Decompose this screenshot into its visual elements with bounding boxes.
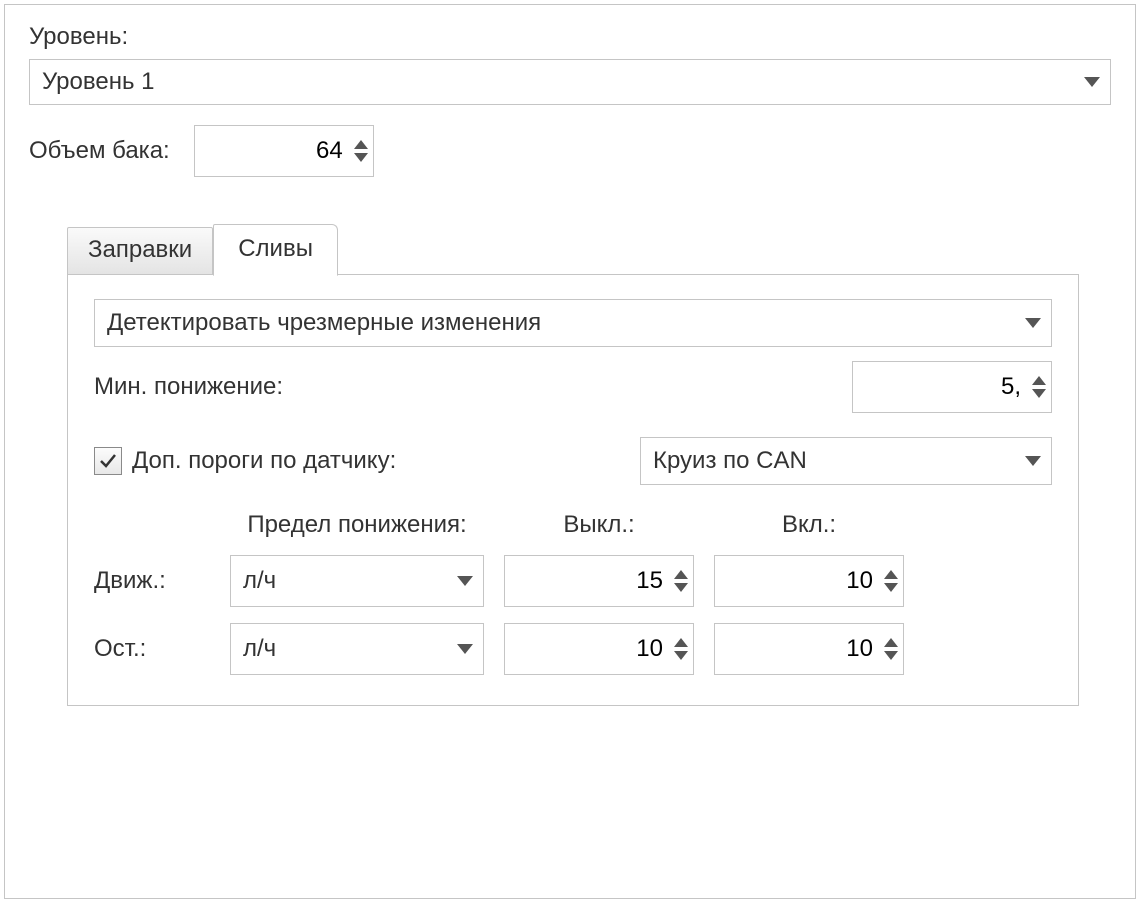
chevron-down-icon <box>1025 318 1041 328</box>
stopped-off-spinner[interactable] <box>504 623 694 675</box>
tank-volume-label: Объем бака: <box>29 137 170 165</box>
spinner-up-icon[interactable] <box>674 638 688 647</box>
spinner-down-icon[interactable] <box>884 583 898 592</box>
spinner-up-icon[interactable] <box>884 570 898 579</box>
sensor-select[interactable]: Круиз по CAN <box>640 437 1052 485</box>
tab-drains-body: Детектировать чрезмерные изменения Мин. … <box>67 274 1079 706</box>
header-on: Вкл.: <box>714 511 904 539</box>
level-label: Уровень: <box>29 23 1111 51</box>
header-off: Выкл.: <box>504 511 694 539</box>
tabs: Заправки Сливы Детектировать чрезмерные … <box>67 223 1079 706</box>
spinner-down-icon[interactable] <box>674 651 688 660</box>
tab-refuels[interactable]: Заправки <box>67 227 213 275</box>
moving-on-spinner[interactable] <box>714 555 904 607</box>
spinner-up-icon[interactable] <box>674 570 688 579</box>
header-limit: Предел понижения: <box>230 511 484 539</box>
min-drop-spinner[interactable] <box>852 361 1052 413</box>
detect-mode-value: Детектировать чрезмерные изменения <box>107 309 1017 337</box>
extra-thresholds-label: Доп. пороги по датчику: <box>132 447 396 475</box>
stopped-unit-select[interactable]: л/ч <box>230 623 484 675</box>
tab-drains[interactable]: Сливы <box>213 224 338 276</box>
spinner-up-icon[interactable] <box>354 140 368 149</box>
level-select-value: Уровень 1 <box>42 68 1076 96</box>
spinner-down-icon[interactable] <box>354 153 368 162</box>
chevron-down-icon <box>1025 456 1041 466</box>
min-drop-input[interactable] <box>853 362 1031 412</box>
row-stopped-label: Ост.: <box>94 635 210 663</box>
spinner-up-icon[interactable] <box>884 638 898 647</box>
stopped-off-input[interactable] <box>505 624 673 674</box>
stopped-on-input[interactable] <box>715 624 883 674</box>
moving-off-spinner[interactable] <box>504 555 694 607</box>
spinner-down-icon[interactable] <box>1032 389 1046 398</box>
spinner-down-icon[interactable] <box>674 583 688 592</box>
stopped-on-spinner[interactable] <box>714 623 904 675</box>
settings-panel: Уровень: Уровень 1 Объем бака: Заправки … <box>4 4 1136 899</box>
sensor-select-value: Круиз по CAN <box>653 447 1017 475</box>
detect-mode-select[interactable]: Детектировать чрезмерные изменения <box>94 299 1052 347</box>
chevron-down-icon <box>457 576 473 586</box>
checkmark-icon <box>99 452 117 470</box>
chevron-down-icon <box>1084 77 1100 87</box>
tank-volume-input[interactable] <box>195 126 353 176</box>
moving-unit-value: л/ч <box>243 567 449 595</box>
min-drop-label: Мин. понижение: <box>94 373 283 401</box>
spinner-up-icon[interactable] <box>1032 376 1046 385</box>
moving-on-input[interactable] <box>715 556 883 606</box>
spinner-down-icon[interactable] <box>884 651 898 660</box>
level-select[interactable]: Уровень 1 <box>29 59 1111 105</box>
extra-thresholds-checkbox[interactable] <box>94 447 122 475</box>
tank-volume-spinner[interactable] <box>194 125 374 177</box>
chevron-down-icon <box>457 644 473 654</box>
stopped-unit-value: л/ч <box>243 635 449 663</box>
moving-off-input[interactable] <box>505 556 673 606</box>
moving-unit-select[interactable]: л/ч <box>230 555 484 607</box>
row-moving-label: Движ.: <box>94 567 210 595</box>
